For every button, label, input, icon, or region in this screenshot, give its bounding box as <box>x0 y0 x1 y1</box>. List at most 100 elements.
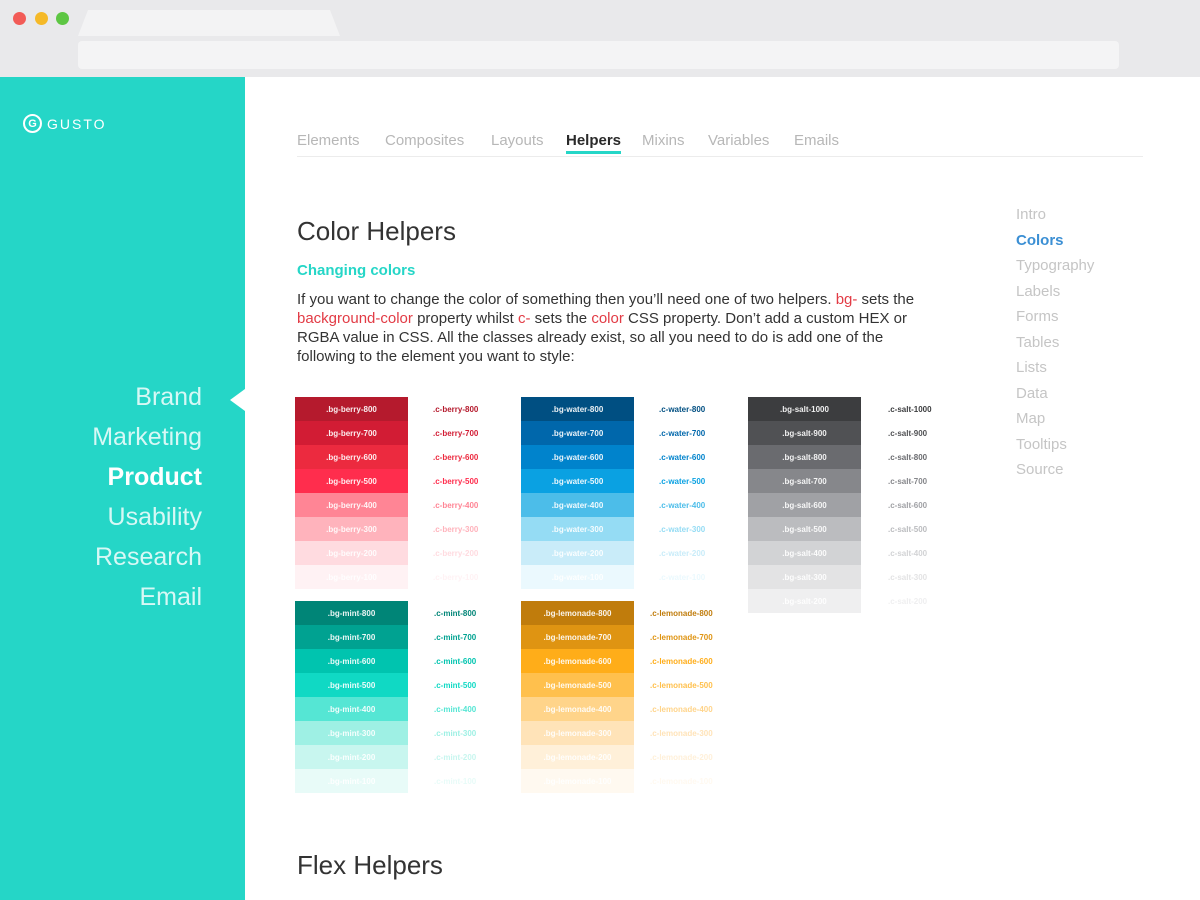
swatch-text-color: .c-mint-100 <box>434 776 477 786</box>
text-color-column: .c-lemonade-800 .c-lemonade-700 .c-lemonad… <box>650 601 730 793</box>
swatch-text-color: .c-berry-400 <box>433 500 479 510</box>
section-tabs: Elements Composites Layouts Helpers Mixi… <box>297 130 1143 157</box>
swatch-bg: .bg-water-700 <box>521 421 634 445</box>
right-nav-data[interactable]: Data <box>1016 381 1094 407</box>
browser-chrome <box>0 0 1200 77</box>
swatch-bg: .bg-lemonade-200 <box>521 745 634 769</box>
right-nav-lists[interactable]: Lists <box>1016 355 1094 381</box>
section-subtitle: Changing colors <box>297 262 416 279</box>
code-color: color <box>591 310 624 327</box>
swatch-bg: .bg-mint-700 <box>295 625 408 649</box>
minimize-window-icon[interactable] <box>35 12 48 25</box>
right-nav-labels[interactable]: Labels <box>1016 279 1094 305</box>
browser-tab[interactable] <box>78 10 340 36</box>
swatch-column: .bg-mint-800 .bg-mint-700 .bg-mint-600 .bg-… <box>295 601 408 793</box>
tab-composites[interactable]: Composites <box>385 132 464 149</box>
swatch-bg: .bg-salt-800 <box>748 445 861 469</box>
swatch-bg: .bg-mint-200 <box>295 745 408 769</box>
swatch-bg: .bg-berry-700 <box>295 421 408 445</box>
swatch-bg: .bg-water-600 <box>521 445 634 469</box>
swatch-text-color: .c-lemonade-600 <box>650 656 713 666</box>
swatch-text-color: .c-mint-300 <box>434 728 477 738</box>
swatch-text-color: .c-mint-600 <box>434 656 477 666</box>
swatch-text-color: .c-berry-100 <box>433 572 479 582</box>
swatch-text-color: .c-salt-800 <box>888 452 928 462</box>
sidebar-item-email[interactable]: Email <box>92 577 202 617</box>
para-text: sets the <box>530 310 592 327</box>
swatch-bg: .bg-berry-800 <box>295 397 408 421</box>
sidebar-item-research[interactable]: Research <box>92 537 202 577</box>
active-indicator-caret <box>230 389 245 411</box>
right-nav-map[interactable]: Map <box>1016 406 1094 432</box>
close-window-icon[interactable] <box>13 12 26 25</box>
swatch-bg: .bg-mint-600 <box>295 649 408 673</box>
gusto-logo[interactable]: G GUSTO <box>23 114 107 133</box>
text-color-column: .c-salt-1000 .c-salt-900 .c-salt-800 .c-sal… <box>888 397 968 613</box>
para-text: If you want to change the color of somet… <box>297 291 836 308</box>
sidebar-item-product[interactable]: Product <box>92 457 202 497</box>
swatch-bg: .bg-lemonade-400 <box>521 697 634 721</box>
swatch-text-color: .c-water-500 <box>659 476 706 486</box>
swatch-bg: .bg-water-200 <box>521 541 634 565</box>
right-nav-colors[interactable]: Colors <box>1016 228 1094 254</box>
page-title: Color Helpers <box>297 216 456 246</box>
right-nav-intro[interactable]: Intro <box>1016 202 1094 228</box>
swatch-text-color: .c-lemonade-500 <box>650 680 713 690</box>
sidebar-item-usability[interactable]: Usability <box>92 497 202 537</box>
text-color-column: .c-mint-800 .c-mint-700 .c-mint-600 .c-mint… <box>434 601 514 793</box>
swatch-text-color: .c-water-600 <box>659 452 706 462</box>
tab-mixins[interactable]: Mixins <box>642 132 685 149</box>
gusto-logo-text: GUSTO <box>47 115 107 132</box>
right-nav-tables[interactable]: Tables <box>1016 330 1094 356</box>
swatch-bg: .bg-berry-200 <box>295 541 408 565</box>
tab-elements[interactable]: Elements <box>297 132 360 149</box>
tab-layouts[interactable]: Layouts <box>491 132 544 149</box>
para-text: sets the <box>857 291 915 308</box>
swatch-text-color: .c-salt-500 <box>888 524 928 534</box>
swatch-bg: .bg-berry-500 <box>295 469 408 493</box>
right-nav-forms[interactable]: Forms <box>1016 304 1094 330</box>
swatch-text-color: .c-water-300 <box>659 524 706 534</box>
text-color-column: .c-berry-800 .c-berry-700 .c-berry-600 .c-b… <box>433 397 513 589</box>
swatch-text-color: .c-mint-200 <box>434 752 477 762</box>
swatch-bg: .bg-salt-700 <box>748 469 861 493</box>
swatch-bg: .bg-lemonade-800 <box>521 601 634 625</box>
swatch-bg: .bg-water-400 <box>521 493 634 517</box>
right-nav-tooltips[interactable]: Tooltips <box>1016 432 1094 458</box>
swatch-bg: .bg-mint-800 <box>295 601 408 625</box>
swatch-text-color: .c-water-800 <box>659 404 706 414</box>
right-nav-source[interactable]: Source <box>1016 457 1094 483</box>
swatch-bg: .bg-water-300 <box>521 517 634 541</box>
swatch-text-color: .c-mint-700 <box>434 632 477 642</box>
swatch-text-color: .c-salt-1000 <box>888 404 932 414</box>
swatch-bg: .bg-salt-500 <box>748 517 861 541</box>
maximize-window-icon[interactable] <box>56 12 69 25</box>
code-c-prefix: c- <box>517 310 531 327</box>
swatch-text-color: .c-salt-400 <box>888 548 928 558</box>
address-bar[interactable] <box>78 41 1119 69</box>
code-background-color: background-color <box>297 310 413 327</box>
swatch-text-color: .c-mint-500 <box>434 680 477 690</box>
swatch-bg: .bg-salt-200 <box>748 589 861 613</box>
swatch-text-color: .c-berry-800 <box>433 404 479 414</box>
swatch-text-color: .c-lemonade-200 <box>650 752 713 762</box>
tab-variables[interactable]: Variables <box>708 132 769 149</box>
swatch-text-color: .c-lemonade-100 <box>650 776 713 786</box>
swatch-text-color: .c-mint-800 <box>434 608 477 618</box>
swatch-bg: .bg-mint-500 <box>295 673 408 697</box>
code-bg-prefix: bg- <box>835 291 858 308</box>
tab-helpers[interactable]: Helpers <box>566 132 622 154</box>
sidebar-item-marketing[interactable]: Marketing <box>92 417 202 457</box>
para-text: property whilst <box>412 310 518 327</box>
swatch-bg: .bg-lemonade-300 <box>521 721 634 745</box>
right-nav: Intro Colors Typography Labels Forms Tab… <box>1016 202 1094 483</box>
swatch-text-color: .c-water-100 <box>659 572 706 582</box>
swatch-text-color: .c-berry-500 <box>433 476 479 486</box>
swatch-text-color: .c-salt-700 <box>888 476 928 486</box>
right-nav-typography[interactable]: Typography <box>1016 253 1094 279</box>
swatch-bg: .bg-salt-600 <box>748 493 861 517</box>
swatch-bg: .bg-berry-300 <box>295 517 408 541</box>
sidebar-item-brand[interactable]: Brand <box>92 377 202 417</box>
tab-emails[interactable]: Emails <box>794 132 839 149</box>
swatch-bg: .bg-water-800 <box>521 397 634 421</box>
